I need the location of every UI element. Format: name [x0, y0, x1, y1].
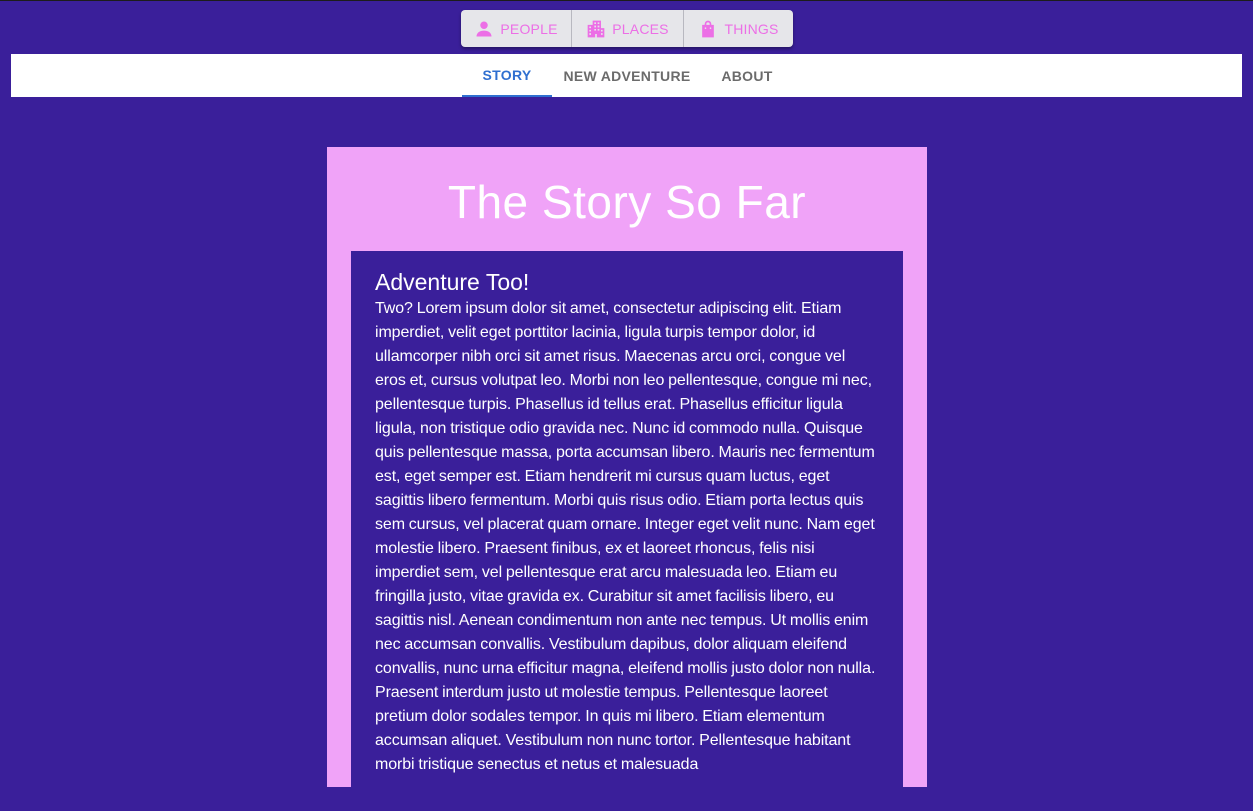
page-title: The Story So Far — [447, 176, 807, 228]
category-toggle-group: PEOPLE PLACES THINGS — [461, 10, 793, 47]
places-button[interactable]: PLACES — [571, 10, 683, 47]
adventure-body: Two? Lorem ipsum dolor sit amet, consect… — [375, 300, 876, 773]
things-button-label: THINGS — [724, 20, 779, 37]
adventure-panel: Adventure Too! Two? Lorem ipsum dolor si… — [351, 251, 903, 811]
buildings-icon — [587, 20, 605, 37]
person-icon — [476, 21, 492, 36]
tab-bar: STORY NEW ADVENTURE ABOUT — [11, 54, 1242, 97]
places-button-label: PLACES — [612, 20, 669, 37]
people-button[interactable]: PEOPLE — [461, 10, 571, 47]
story-card: The Story So Far Adventure Too! Two? Lor… — [327, 147, 927, 811]
things-button[interactable]: THINGS — [683, 10, 793, 47]
tab-new-adventure[interactable]: NEW ADVENTURE — [552, 54, 702, 97]
tab-story[interactable]: STORY — [462, 54, 552, 97]
adventure-heading: Adventure Too! — [375, 269, 530, 295]
top-app-bar: PEOPLE PLACES THINGS — [0, 0, 1253, 54]
people-button-label: PEOPLE — [500, 20, 558, 37]
tab-about[interactable]: ABOUT — [702, 54, 792, 97]
shopping-bag-icon — [702, 20, 715, 37]
